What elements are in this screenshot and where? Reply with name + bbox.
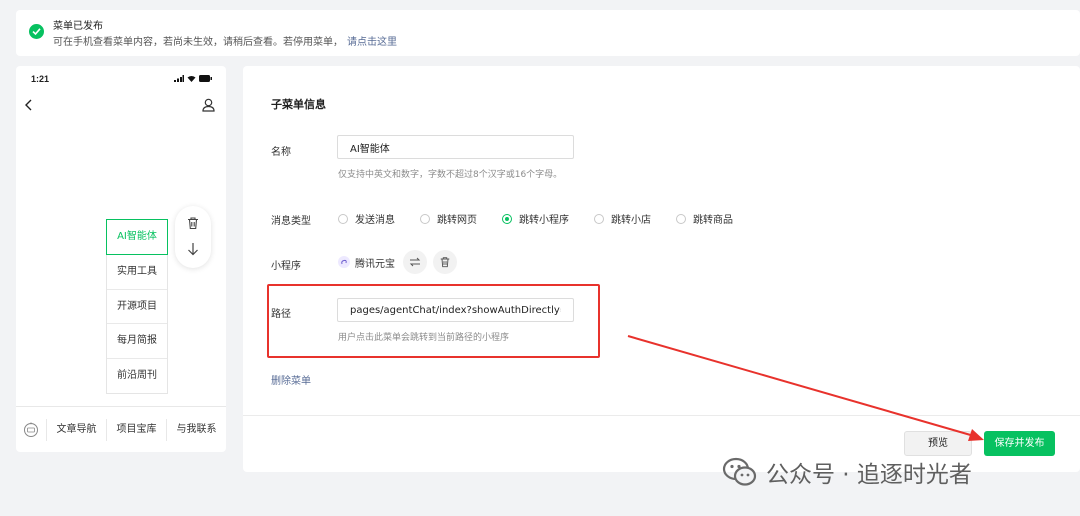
submenu-item-weekly[interactable]: 前沿周刊: [107, 359, 167, 394]
watermark: 公众号 · 追逐时光者: [722, 455, 972, 489]
signal-icon: [174, 75, 184, 82]
phone-preview: 1:21 AI智能体 实用工具 开源项目 每月简报 前沿周刊 文章导航 项目宝库…: [16, 66, 226, 452]
save-publish-button[interactable]: 保存并发布: [984, 431, 1055, 456]
path-input[interactable]: [337, 298, 574, 322]
path-hint: 用户点击此菜单会跳转到当前路径的小程序: [338, 333, 510, 343]
battery-icon: [199, 75, 212, 82]
name-hint: 仅支持中英文和数字，字数不超过8个汉字或16个字母。: [338, 170, 563, 180]
section-title: 子菜单信息: [271, 98, 326, 111]
radio-dot-checked: [502, 213, 512, 224]
msg-type-radio-group: 发送消息 跳转网页 跳转小程序 跳转小店 跳转商品: [338, 211, 758, 226]
radio-jump-product[interactable]: 跳转商品: [676, 211, 733, 226]
wifi-icon: [187, 76, 196, 82]
success-check-icon: [29, 24, 44, 39]
mini-program-label: 小程序: [271, 261, 301, 272]
bottom-menu-contact[interactable]: 与我联系: [166, 418, 226, 441]
notice-title: 菜单已发布: [53, 21, 103, 32]
submenu-list: AI智能体 实用工具 开源项目 每月简报 前沿周刊: [106, 219, 168, 394]
msg-type-label: 消息类型: [271, 216, 311, 227]
radio-jump-miniprogram[interactable]: 跳转小程序: [502, 211, 569, 226]
notice-description: 可在手机查看菜单内容，若尚未生效，请稍后查看。若停用菜单， 请点击这里: [53, 33, 397, 48]
submenu-tools: [175, 206, 211, 268]
preview-button[interactable]: 预览: [904, 431, 972, 456]
radio-dot: [338, 213, 348, 224]
path-label: 路径: [271, 309, 291, 320]
back-arrow-icon[interactable]: [24, 98, 34, 112]
radio-label: 发送消息: [355, 215, 395, 226]
wechat-icon: [722, 457, 757, 486]
keyboard-toggle-icon[interactable]: [16, 421, 46, 438]
swap-program-button[interactable]: [403, 250, 427, 274]
mini-program-name: 腾讯元宝: [355, 258, 395, 270]
footer-divider: [243, 415, 1080, 416]
radio-dot: [594, 213, 604, 224]
submenu-item-monthly[interactable]: 每月简报: [107, 324, 167, 359]
swap-icon: [409, 257, 421, 267]
bottom-menu-projects[interactable]: 项目宝库: [106, 418, 166, 441]
notice-text: 可在手机查看菜单内容，若尚未生效，请稍后查看。若停用菜单，: [53, 37, 343, 48]
trash-icon[interactable]: [186, 216, 200, 230]
status-time: 1:21: [31, 74, 50, 84]
remove-program-button[interactable]: [433, 250, 457, 274]
radio-dot: [676, 213, 686, 224]
submenu-item-tools[interactable]: 实用工具: [107, 255, 167, 290]
watermark-text: 公众号 · 追逐时光者: [766, 462, 972, 488]
phone-bottom-menu: 文章导航 项目宝库 与我联系: [16, 406, 226, 452]
radio-label: 跳转商品: [693, 215, 733, 226]
radio-label: 跳转小程序: [519, 215, 569, 226]
radio-jump-webpage[interactable]: 跳转网页: [420, 211, 477, 226]
submenu-item-open-source[interactable]: 开源项目: [107, 290, 167, 324]
mini-program-row: 腾讯元宝: [338, 250, 463, 274]
delete-menu-link[interactable]: 删除菜单: [271, 372, 311, 387]
name-input[interactable]: [337, 135, 574, 159]
radio-label: 跳转小店: [611, 215, 651, 226]
publish-notice: 菜单已发布 可在手机查看菜单内容，若尚未生效，请稍后查看。若停用菜单， 请点击这里: [16, 10, 1080, 56]
disable-menu-link[interactable]: 请点击这里: [347, 37, 397, 48]
radio-send-message[interactable]: 发送消息: [338, 211, 395, 226]
user-profile-icon[interactable]: [202, 98, 215, 112]
status-icons: [174, 75, 212, 82]
submenu-item-ai-agent[interactable]: AI智能体: [106, 219, 168, 255]
move-down-arrow-icon[interactable]: [187, 242, 199, 256]
bottom-menu-article-nav[interactable]: 文章导航: [46, 418, 106, 441]
name-label: 名称: [271, 147, 291, 158]
submenu-editor: 子菜单信息 名称 仅支持中英文和数字，字数不超过8个汉字或16个字母。 消息类型…: [243, 66, 1080, 472]
trash-icon: [440, 257, 450, 268]
radio-label: 跳转网页: [437, 215, 477, 226]
radio-jump-shop[interactable]: 跳转小店: [594, 211, 651, 226]
radio-dot: [420, 213, 430, 224]
mini-program-logo-icon: [338, 256, 350, 268]
